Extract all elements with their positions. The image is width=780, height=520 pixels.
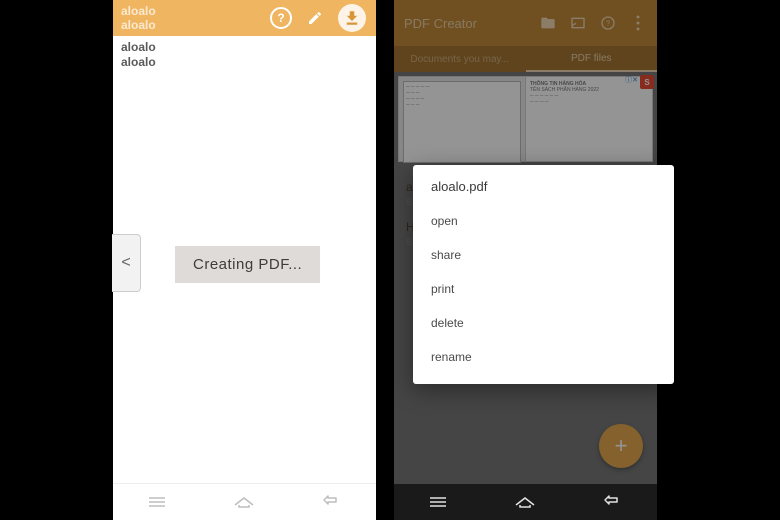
android-navbar-right	[394, 484, 657, 520]
home-icon[interactable]	[220, 491, 268, 513]
phone-right: PDF Creator ? Documents you may... PDF f…	[394, 0, 657, 520]
recent-apps-icon[interactable]	[414, 491, 462, 513]
document-text: aloalo aloalo	[113, 36, 376, 70]
context-menu-filename: aloalo.pdf	[431, 179, 656, 194]
text-line: aloalo	[121, 40, 368, 55]
topbar-left: aloalo aloalo ?	[113, 0, 376, 36]
menu-item-delete[interactable]: delete	[431, 306, 656, 340]
collapse-button[interactable]: <	[112, 234, 141, 292]
back-icon[interactable]	[308, 491, 356, 513]
title-lines: aloalo aloalo	[113, 4, 270, 32]
pdf-export-icon[interactable]	[338, 4, 366, 32]
stage: aloalo aloalo ? aloalo aloalo < Creating…	[0, 0, 780, 520]
recent-apps-icon[interactable]	[133, 491, 181, 513]
text-line: aloalo	[121, 55, 368, 70]
menu-item-rename[interactable]: rename	[431, 340, 656, 374]
home-icon[interactable]	[501, 491, 549, 513]
editor-body: aloalo aloalo < Creating PDF...	[113, 36, 376, 484]
context-menu: aloalo.pdf open share print delete renam…	[413, 165, 674, 384]
android-navbar-left	[113, 483, 376, 520]
creating-pdf-toast: Creating PDF...	[175, 246, 320, 283]
topbar-left-icons: ?	[270, 4, 376, 32]
help-icon[interactable]: ?	[270, 7, 292, 29]
phone-left: aloalo aloalo ? aloalo aloalo < Creating…	[113, 0, 376, 520]
menu-item-open[interactable]: open	[431, 204, 656, 238]
back-icon[interactable]	[589, 491, 637, 513]
title-line-2: aloalo	[121, 18, 270, 32]
menu-item-print[interactable]: print	[431, 272, 656, 306]
edit-icon[interactable]	[306, 9, 324, 27]
title-line-1: aloalo	[121, 4, 270, 18]
menu-item-share[interactable]: share	[431, 238, 656, 272]
